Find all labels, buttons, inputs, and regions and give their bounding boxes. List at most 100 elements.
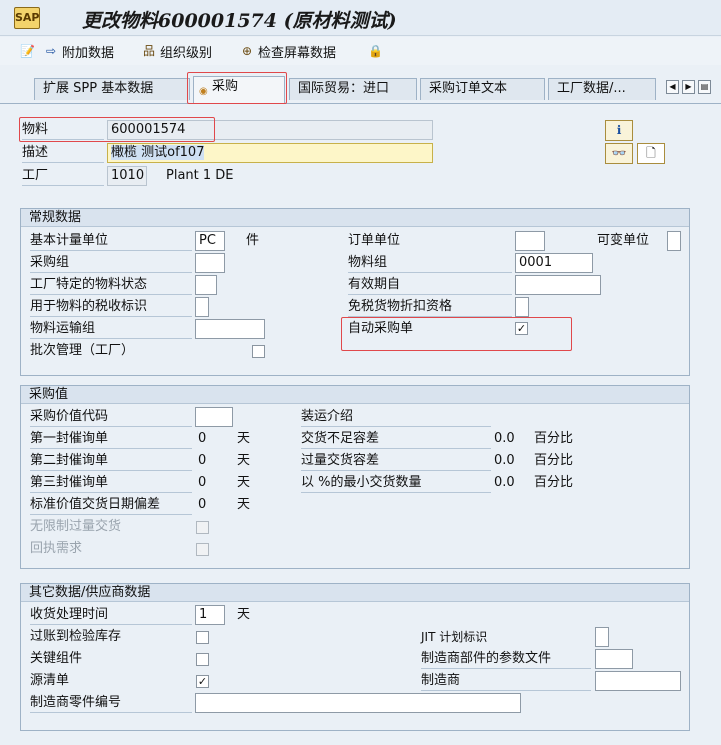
description-value: 橄榄 测试of107	[111, 145, 205, 160]
org-levels-label: 组织级别	[160, 45, 213, 61]
underdelivery-value[interactable]: 0.0	[494, 429, 515, 449]
valid-from-label: 有效期自	[348, 275, 512, 295]
org-structure-icon: 品	[142, 44, 155, 58]
reminder-2-value[interactable]: 0	[198, 451, 206, 471]
tab-list-icon[interactable]: ▤	[698, 80, 711, 94]
batch-management-checkbox[interactable]	[252, 345, 265, 358]
plant-status-field[interactable]	[195, 275, 217, 295]
tab-extended-spp[interactable]: 扩展 SPP 基本数据	[34, 78, 190, 100]
tab-scroll-right-icon[interactable]: ▶	[682, 80, 695, 94]
general-data-title: 常规数据	[21, 209, 689, 227]
base-uom-text: 件	[246, 233, 260, 248]
mpn-field[interactable]	[195, 693, 521, 713]
acknowledgement-checkbox	[196, 543, 209, 556]
reminder-1-unit: 天	[237, 431, 251, 446]
std-deviation-value[interactable]: 0	[198, 495, 206, 515]
org-levels-button[interactable]: 品 组织级别	[142, 41, 212, 61]
min-delivery-label: 以 %的最小交货数量	[301, 473, 491, 493]
mpn-profile-field[interactable]	[595, 649, 633, 669]
lock-button[interactable]: 🔒	[368, 41, 383, 61]
min-delivery-unit: 百分比	[534, 475, 574, 490]
plant-label: 工厂	[22, 166, 104, 186]
highlight-tab-purchasing	[187, 72, 287, 104]
arrow-right-icon: ⇨	[45, 44, 57, 58]
tab-po-text[interactable]: 采购订单文本	[420, 78, 545, 100]
order-unit-field[interactable]	[515, 231, 545, 251]
gr-time-field[interactable]: 1	[195, 605, 225, 625]
source-list-checkbox[interactable]: ✓	[196, 675, 209, 688]
additional-data-button[interactable]: ⇨ 附加数据	[44, 41, 114, 61]
tax-indicator-field[interactable]	[195, 297, 209, 317]
display-change-button[interactable]: 📝	[20, 41, 35, 61]
critical-part-label: 关键组件	[30, 651, 83, 666]
tax-indicator-label: 用于物料的税收标识	[30, 297, 192, 317]
glasses-icon: 👓	[611, 146, 627, 160]
cash-discount-label: 免税货物折扣资格	[348, 297, 512, 317]
reminder-3-value[interactable]: 0	[198, 473, 206, 493]
overdelivery-value[interactable]: 0.0	[494, 451, 515, 471]
post-inspection-checkbox[interactable]	[196, 631, 209, 644]
check-screens-button[interactable]: ⊕ 检查屏幕数据	[240, 41, 336, 61]
document-button[interactable]: 🗋	[637, 143, 665, 164]
purchasing-values-title: 采购值	[21, 386, 689, 404]
reminder-1-label: 第一封催询单	[30, 429, 192, 449]
reminder-1-value[interactable]: 0	[198, 429, 206, 449]
std-deviation-label: 标准价值交货日期偏差	[30, 495, 192, 515]
order-unit-label: 订单单位	[348, 233, 401, 248]
tab-label: 工厂数据/...	[557, 81, 626, 96]
tab-plant-data[interactable]: 工厂数据/...	[548, 78, 656, 100]
tab-scroll-left-icon[interactable]: ◀	[666, 80, 679, 94]
material-group-label: 物料组	[348, 253, 512, 273]
mpn-label: 制造商零件编号	[30, 693, 192, 713]
check-icon: ⊕	[241, 44, 253, 58]
page-title: 更改物料600001574 (原材料测试)	[82, 10, 397, 32]
tab-label: 国际贸易：进口	[298, 81, 390, 96]
unlimited-overdelivery-label: 无限制过量交货	[30, 519, 122, 534]
description-field[interactable]: 橄榄 测试of107	[107, 143, 433, 163]
overdelivery-label: 过量交货容差	[301, 451, 491, 471]
std-deviation-unit: 天	[237, 497, 251, 512]
shipping-instr-label: 装运介绍	[301, 407, 491, 427]
reminder-3-unit: 天	[237, 475, 251, 490]
post-inspection-label: 过账到检验库存	[30, 629, 122, 644]
sap-logo-icon: SAP	[14, 7, 40, 29]
material-group-field[interactable]: 0001	[515, 253, 593, 273]
jit-indicator-label: JIT 计划标识	[421, 630, 488, 644]
other-data-title: 其它数据/供应商数据	[21, 584, 689, 602]
highlight-auto-po	[341, 317, 572, 351]
transport-group-field[interactable]	[195, 319, 265, 339]
mpn-profile-label: 制造商部件的参数文件	[421, 649, 591, 669]
critical-part-checkbox[interactable]	[196, 653, 209, 666]
cash-discount-field[interactable]	[515, 297, 529, 317]
pv-key-label: 采购价值代码	[30, 407, 192, 427]
tab-foreign-trade-import[interactable]: 国际贸易：进口	[289, 78, 417, 100]
acknowledgement-label: 回执需求	[30, 541, 83, 556]
plant-field: 1010	[107, 166, 147, 186]
additional-data-label: 附加数据	[62, 45, 115, 61]
unlimited-overdelivery-checkbox	[196, 521, 209, 534]
info-icon: ℹ	[616, 123, 622, 137]
tab-label: 扩展 SPP 基本数据	[43, 81, 154, 96]
purchasing-group-field[interactable]	[195, 253, 225, 273]
manufacturer-label: 制造商	[421, 671, 591, 691]
base-uom-field[interactable]: PC	[195, 231, 225, 251]
info-button[interactable]: ℹ	[605, 120, 633, 141]
underdelivery-unit: 百分比	[534, 431, 574, 446]
link-button[interactable]: 👓	[605, 143, 633, 164]
variable-unit-field[interactable]	[667, 231, 681, 251]
description-label: 描述	[22, 143, 104, 163]
highlight-material	[19, 117, 215, 142]
document-icon: 🗋	[646, 146, 656, 160]
jit-indicator-field[interactable]	[595, 627, 609, 647]
valid-from-field[interactable]	[515, 275, 601, 295]
min-delivery-value[interactable]: 0.0	[494, 473, 515, 493]
pv-key-field[interactable]	[195, 407, 233, 427]
gr-time-label: 收货处理时间	[30, 605, 192, 625]
variable-unit-label: 可变单位	[597, 233, 650, 248]
manufacturer-field[interactable]	[595, 671, 681, 691]
overdelivery-unit: 百分比	[534, 453, 574, 468]
check-screens-label: 检查屏幕数据	[258, 45, 337, 61]
tab-label: 采购订单文本	[429, 81, 508, 96]
plant-status-label: 工厂特定的物料状态	[30, 275, 192, 295]
lock-icon: 🔒	[368, 44, 383, 58]
